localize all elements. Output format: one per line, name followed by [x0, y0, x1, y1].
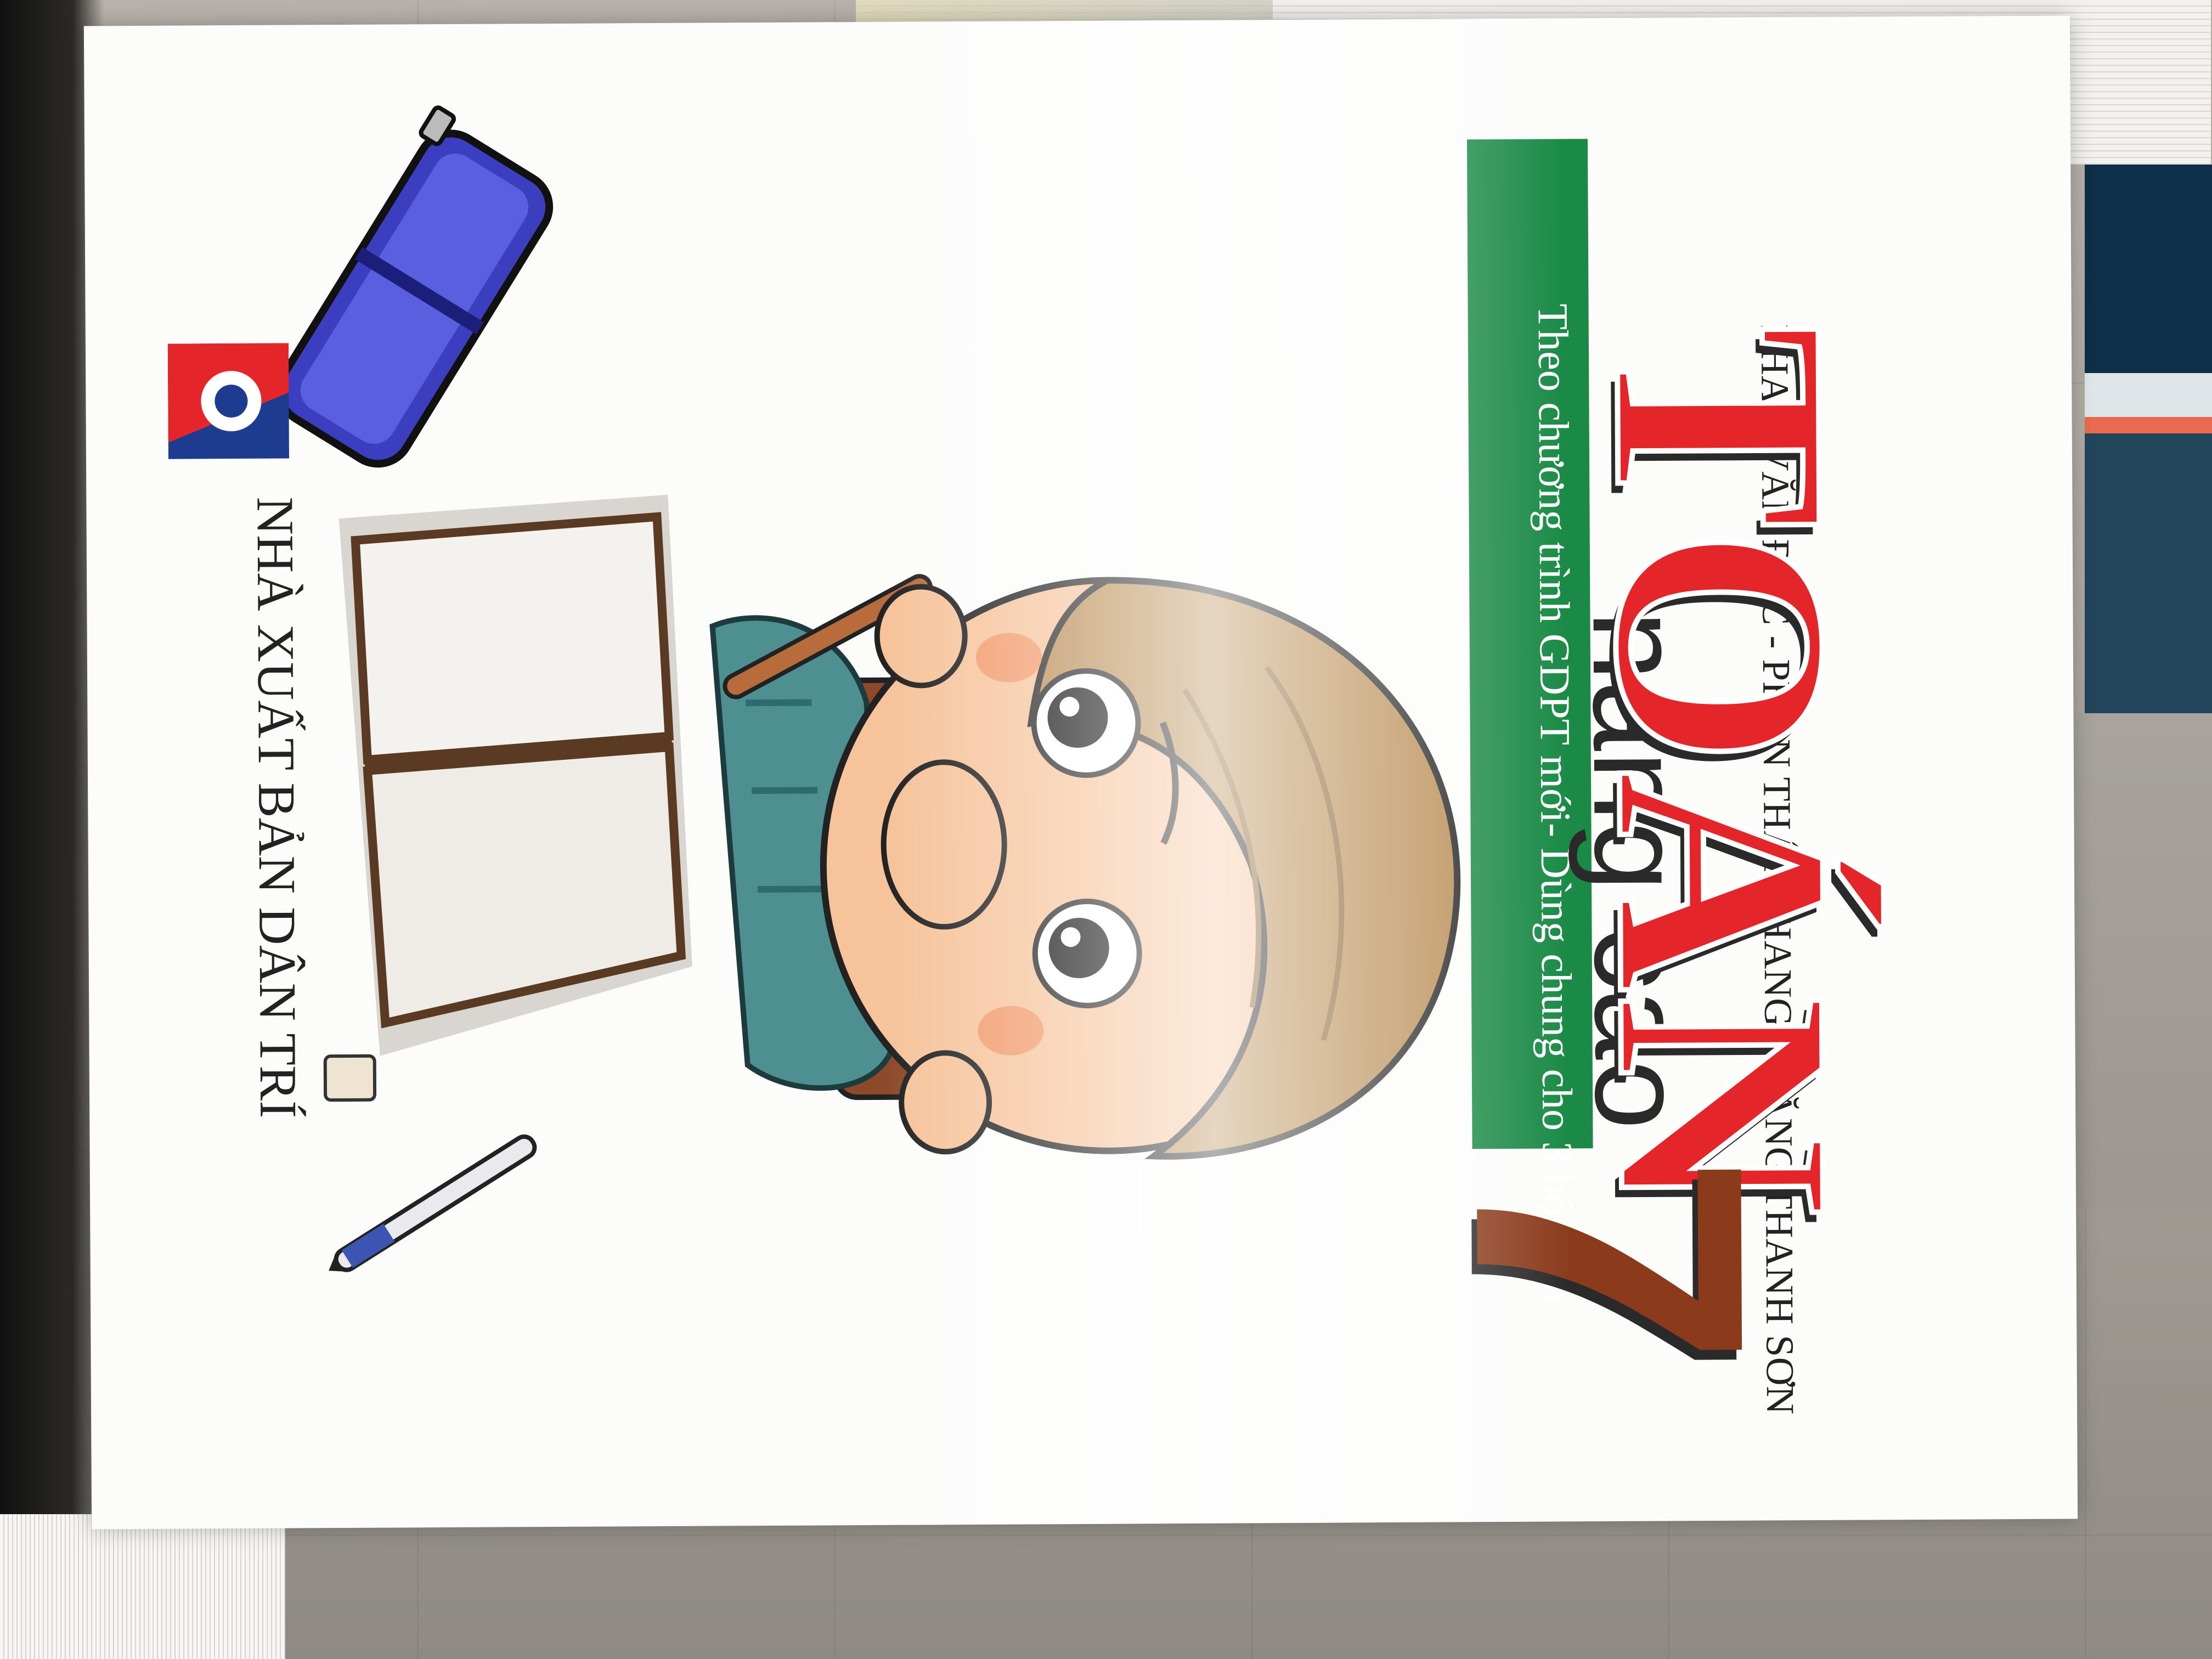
eraser-illustration	[323, 1054, 377, 1102]
pen-illustration	[329, 1134, 537, 1272]
photo-scene: NHÀ XUẤT BẢN DÂN TRÍ Theo chương trình G…	[0, 0, 2212, 1659]
publisher-name: NHÀ XUẤT BẢN DÂN TRÍ	[246, 496, 308, 1119]
background-floor-right	[2057, 713, 2212, 1207]
book-cover: NHÀ XUẤT BẢN DÂN TRÍ Theo chương trình G…	[83, 15, 2078, 1530]
background-books	[2085, 165, 2212, 713]
book-page-edges	[0, 1514, 285, 1659]
publisher-logo	[167, 343, 289, 459]
book-title: TOÁN	[1548, 321, 1898, 1223]
boy-illustration	[709, 574, 1461, 1160]
grade-number: 7	[1395, 1152, 1825, 1369]
